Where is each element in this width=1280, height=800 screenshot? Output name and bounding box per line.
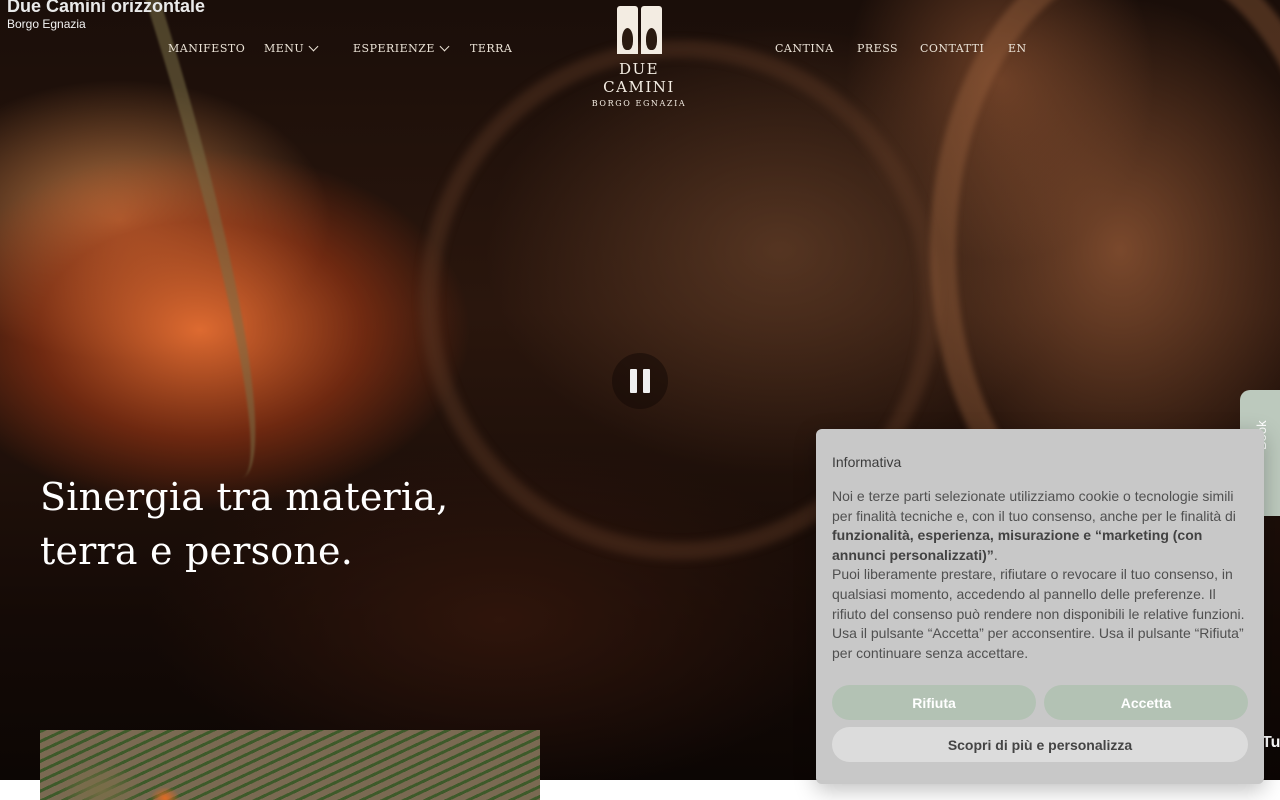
- cookie-text-p1: Noi e terze parti selezionate utilizziam…: [832, 488, 1236, 524]
- chevron-down-icon: [308, 41, 319, 52]
- nav-label: MENU: [264, 42, 305, 55]
- cookie-title: Informativa: [832, 454, 902, 470]
- accept-button[interactable]: Accetta: [1044, 685, 1248, 720]
- reject-button[interactable]: Rifiuta: [832, 685, 1036, 720]
- pause-icon-bar: [643, 369, 650, 393]
- nav-label: EN: [1008, 42, 1027, 55]
- hero-headline: Sinergia tra materia, terra e persone.: [40, 470, 448, 578]
- nav-label: ESPERIENZE: [353, 42, 435, 55]
- pause-icon: [630, 369, 637, 393]
- cookie-text-bold: funzionalità, esperienza, misurazione e …: [832, 527, 1203, 563]
- nav-label: TERRA: [470, 42, 513, 55]
- cookie-banner: Informativa Noi e terze parti selezionat…: [816, 429, 1264, 784]
- logo[interactable]: DUE CAMINI BORGO EGNAZIA: [583, 6, 695, 108]
- cookie-text-p1-end: .: [993, 546, 998, 563]
- nav-item-contatti[interactable]: CONTATTI: [920, 42, 984, 55]
- chevron-down-icon: [439, 41, 450, 52]
- page-title: Due Camini orizzontale: [7, 0, 206, 16]
- nav-item-press[interactable]: PRESS: [857, 42, 898, 55]
- section-heading-partial: Tu: [1262, 734, 1280, 751]
- nav-label: MANIFESTO: [168, 42, 246, 55]
- nav-label: CANTINA: [775, 42, 834, 55]
- hero-headline-line2: terra e persone.: [40, 529, 353, 573]
- logo-subtitle: BORGO EGNAZIA: [591, 99, 687, 108]
- nav-item-esperienze[interactable]: ESPERIENZE: [353, 41, 450, 55]
- nav-label: CONTATTI: [920, 42, 985, 55]
- hero-headline-line1: Sinergia tra materia,: [40, 475, 449, 519]
- nav-item-menu[interactable]: MENU: [264, 41, 319, 55]
- food-photo: [40, 730, 540, 800]
- nav-item-manifesto[interactable]: MANIFESTO: [168, 42, 245, 55]
- nav-label: PRESS: [857, 42, 899, 55]
- language-switch[interactable]: EN: [1008, 42, 1027, 55]
- logo-flame-icon: [583, 6, 695, 54]
- page-subtitle: Borgo Egnazia: [7, 17, 86, 31]
- logo-name: DUE CAMINI: [603, 60, 675, 96]
- customize-button[interactable]: Scopri di più e personalizza: [832, 727, 1248, 762]
- cookie-text-p2: Puoi liberamente prestare, rifiutare o r…: [832, 566, 1245, 622]
- nav-item-cantina[interactable]: CANTINA: [775, 42, 834, 55]
- cookie-text-p3: Usa il pulsante “Accetta” per acconsenti…: [832, 625, 1244, 661]
- pause-button[interactable]: [612, 353, 668, 409]
- cookie-text: Noi e terze parti selezionate utilizziam…: [832, 487, 1252, 663]
- herb-stem-shape: [81, 0, 309, 479]
- nav-item-terra[interactable]: TERRA: [470, 42, 512, 55]
